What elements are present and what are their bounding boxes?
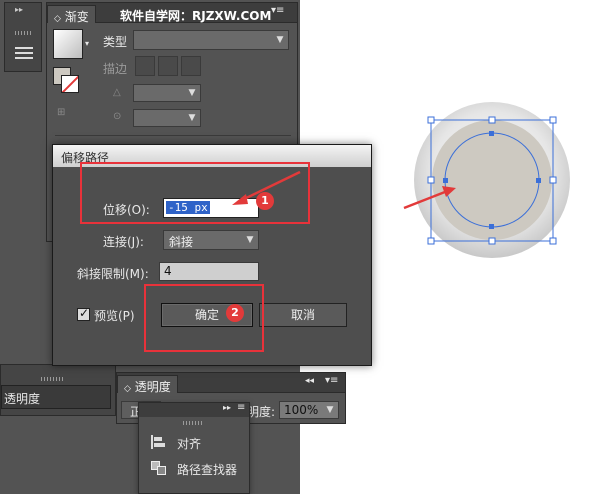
miter-limit-input[interactable]: 4 — [159, 262, 259, 281]
stroke-buttons — [135, 56, 205, 76]
opacity-field[interactable]: 100% ▼ — [279, 401, 339, 419]
tools-mini-panel: ▸▸ — [4, 2, 42, 72]
panel-popup-menu: ▸▸ ≡ 对齐 路径查找器 — [138, 402, 250, 494]
collapse-arrows-icon[interactable]: ◂◂ — [305, 376, 314, 386]
panel-grip[interactable] — [41, 377, 63, 381]
gradient-swatch[interactable] — [53, 29, 83, 59]
chevron-down-icon: ▼ — [188, 88, 196, 98]
checkmark-icon: ✓ — [79, 306, 90, 320]
tab-chevron-icon: ◇ — [124, 384, 131, 394]
transparency-row[interactable]: 透明度 — [1, 385, 111, 409]
tab-gradient[interactable]: ◇ 渐变 — [47, 5, 96, 24]
pathfinder-icon — [151, 461, 167, 475]
menu-item-align[interactable]: 对齐 — [139, 431, 249, 453]
collapse-arrows-icon[interactable]: ▸▸ — [223, 403, 231, 412]
popup-header: ▸▸ ≡ — [139, 402, 249, 417]
tab-transparency[interactable]: ◇ 透明度 — [117, 375, 178, 394]
fill-stroke-swatch[interactable] — [53, 67, 79, 93]
transparency-panel-header: ◇ 透明度 ◂◂ ▾≡ — [117, 373, 345, 394]
chevron-down-icon: ▼ — [246, 235, 254, 245]
collapse-arrows-icon[interactable]: ▸▸ — [15, 5, 23, 14]
join-label: 连接(J): — [103, 235, 144, 249]
stroke-within-icon[interactable] — [135, 56, 155, 76]
gradient-type-label: 类型 — [103, 35, 128, 49]
align-icon — [151, 435, 165, 449]
miter-limit-label: 斜接限制(M): — [77, 267, 149, 281]
panel-menu-icon[interactable]: ▾≡ — [325, 375, 338, 386]
stroke-label: 描边 — [103, 62, 128, 76]
swatch-dropdown-icon[interactable]: ▾ — [85, 39, 89, 48]
cancel-button[interactable]: 取消 — [259, 303, 347, 327]
angle-icon: △ — [113, 87, 121, 98]
panel-grip[interactable] — [15, 31, 33, 35]
transparency-collapsed-panel: 透明度 — [0, 364, 116, 416]
gradient-type-select[interactable]: ▼ — [133, 30, 289, 50]
stroke-across-icon[interactable] — [181, 56, 201, 76]
aspect-icon: ⊙ — [113, 111, 122, 122]
menu-icon[interactable] — [15, 47, 33, 61]
menu-item-pathfinder[interactable]: 路径查找器 — [139, 457, 249, 479]
canvas-artwork — [403, 102, 570, 258]
transparency-label: 透明度 — [4, 392, 41, 406]
panel-menu-icon[interactable]: ≡ — [237, 402, 245, 413]
join-select[interactable]: 斜接 ▼ — [163, 230, 259, 250]
opacity-label: 明度: — [247, 405, 276, 419]
angle-field[interactable]: ▼ — [133, 84, 201, 102]
tab-chevron-icon: ◇ — [54, 14, 61, 24]
annotation-badge-1: 1 — [256, 192, 274, 210]
chevron-down-icon: ▼ — [188, 113, 196, 123]
highlight-box-ok — [144, 284, 264, 352]
panel-menu-icon[interactable]: ▾≡ — [271, 5, 284, 16]
aspect-field[interactable]: ▼ — [133, 109, 201, 127]
annotation-badge-2: 2 — [226, 304, 244, 322]
stroke-along-icon[interactable] — [158, 56, 178, 76]
preview-label: 预览(P) — [94, 309, 135, 323]
panel-grip[interactable] — [183, 421, 203, 425]
chevron-down-icon: ▼ — [326, 405, 334, 415]
gradient-slider-icon: ⊞ — [57, 107, 66, 118]
chevron-down-icon: ▼ — [276, 35, 284, 45]
watermark-text: 软件自学网：RJZXW.COM — [120, 9, 272, 23]
preview-checkbox[interactable]: ✓ — [77, 306, 90, 321]
inner-circle — [432, 120, 552, 240]
